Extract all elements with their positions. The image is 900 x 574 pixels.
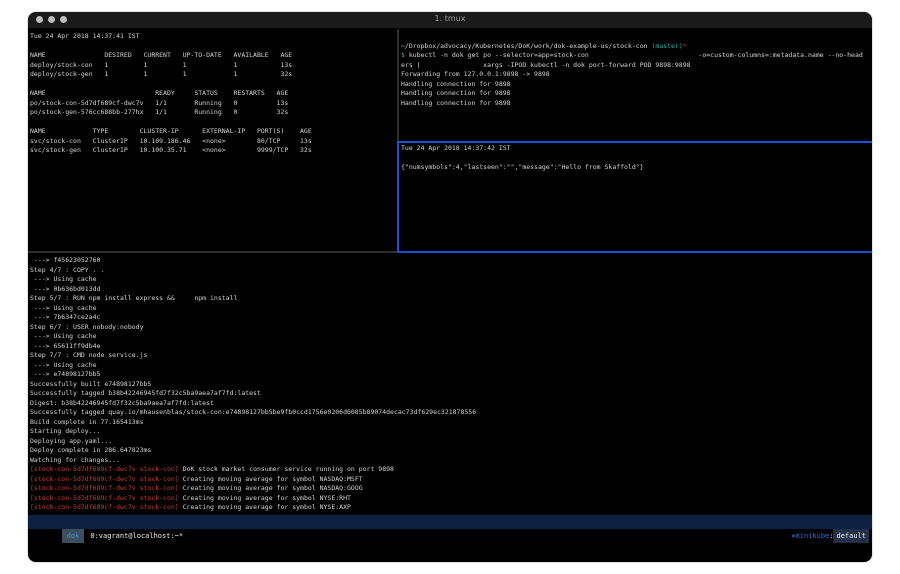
k8s-context-name: minikube — [796, 532, 830, 540]
window-titlebar[interactable]: 1. tmux — [28, 12, 872, 29]
terminal-line: Step 6/7 : USER nobody:nobody — [30, 323, 870, 333]
terminal-line: Step 5/7 : RUN npm install express && np… — [30, 294, 870, 304]
terminal-line: ers | xargs -IPOD kubectl -n dok port-fo… — [401, 61, 870, 71]
pane-border-horizontal-active-top[interactable] — [399, 141, 872, 143]
terminal-line: ---> 65611ff9db4e — [30, 342, 870, 352]
pane-border-vertical-inactive[interactable] — [397, 29, 399, 141]
terminal-line: Step 7/7 : CMD node service.js — [30, 351, 870, 361]
terminal-line: Step 4/7 : COPY . . — [30, 266, 870, 276]
terminal-line: Successfully tagged quay.io/mhausenblas/… — [30, 408, 870, 418]
tmux-status-bar: dok0:vagrant@localhost:~* ⎈minikube:defa… — [28, 515, 872, 529]
terminal-line — [401, 154, 870, 164]
terminal-line: ---> Using cache — [30, 332, 870, 342]
pane-curl-output[interactable]: Tue 24 Apr 2018 14:37:42 IST {"numsymbol… — [401, 143, 870, 251]
terminal-line: Build complete in 77.165413ms — [30, 418, 870, 428]
terminal-line: $ kubectl -n dok get po --selector=app=s… — [401, 51, 870, 61]
terminal-line: svc/stock-gen ClusterIP 10.100.35.71 <no… — [30, 146, 397, 156]
terminal-line: Handling connection for 9898 — [401, 89, 870, 99]
terminal-line: [stock-con-5d7df689cf-dwc7v stock-con] C… — [30, 484, 870, 494]
terminal-line: ---> f45623052760 — [30, 256, 870, 266]
terminal-line: Successfully built e74898127bb5 — [30, 380, 870, 390]
terminal-line: NAME READY STATUS RESTARTS AGE — [30, 89, 397, 99]
terminal-line: Watching for changes... — [30, 456, 870, 466]
k8s-namespace-badge: default — [833, 529, 869, 543]
terminal-line: svc/stock-con ClusterIP 10.109.186.46 <n… — [30, 137, 397, 147]
pane-port-forward[interactable]: ~/Dropbox/advocacy/Kubernetes/DoK/work/d… — [401, 29, 870, 143]
pane-skaffold-log[interactable]: ---> f45623052760Step 4/7 : COPY . . ---… — [30, 253, 870, 516]
terminal-window: 1. tmux Tue 24 Apr 2018 14:37:41 IST NAM… — [28, 12, 872, 562]
terminal-line: Tue 24 Apr 2018 14:37:41 IST — [30, 32, 397, 42]
k8s-context-indicator: ⎈minikube:default — [749, 515, 869, 529]
terminal-line: NAME TYPE CLUSTER-IP EXTERNAL-IP PORT(S)… — [30, 127, 397, 137]
terminal-line: Handling connection for 9898 — [401, 80, 870, 90]
terminal-line: [stock-con-5d7df689cf-dwc7v stock-con] C… — [30, 475, 870, 485]
terminal-line: ---> 7b6347ce2a4c — [30, 313, 870, 323]
terminal-line — [401, 32, 870, 42]
terminal-line: Handling connection for 9898 — [401, 99, 870, 109]
terminal-line: NAME DESIRED CURRENT UP-TO-DATE AVAILABL… — [30, 51, 397, 61]
pane-border-horizontal-inactive[interactable] — [28, 251, 397, 253]
terminal-line: Starting deploy... — [30, 427, 870, 437]
terminal-line: {"numsymbols":4,"lastseen":"","message":… — [401, 163, 870, 173]
session-name-badge[interactable]: dok — [62, 529, 85, 543]
terminal-line: Forwarding from 127.0.0.1:9898 -> 9898 — [401, 70, 870, 80]
terminal-line: ---> Using cache — [30, 304, 870, 314]
tmux-terminal: Tue 24 Apr 2018 14:37:41 IST NAME DESIRE… — [28, 29, 872, 562]
pane-border-horizontal-active-bottom[interactable] — [397, 251, 872, 253]
terminal-line: ---> e74898127bb5 — [30, 370, 870, 380]
terminal-line: [stock-con-5d7df689cf-dwc7v stock-con] C… — [30, 494, 870, 504]
terminal-line: Deploy complete in 286.647823ms — [30, 446, 870, 456]
terminal-line: ~/Dropbox/advocacy/Kubernetes/DoK/work/d… — [401, 42, 870, 52]
terminal-line — [30, 42, 397, 52]
terminal-line: ---> Using cache — [30, 361, 870, 371]
terminal-line: Tue 24 Apr 2018 14:37:42 IST — [401, 144, 870, 154]
terminal-line: deploy/stock-con 1 1 1 1 13s — [30, 61, 397, 71]
terminal-line: Deploying app.yaml... — [30, 437, 870, 447]
terminal-line — [30, 80, 397, 90]
terminal-line: [stock-con-5d7df689cf-dwc7v stock-con] D… — [30, 465, 870, 475]
terminal-line: deploy/stock-gen 1 1 1 1 32s — [30, 70, 397, 80]
terminal-line: po/stock-con-5d7df689cf-dwc7v 1/1 Runnin… — [30, 99, 397, 109]
terminal-line: Digest: b38b42246945fd7f32c5ba9aea7af7fd… — [30, 399, 870, 409]
pane-kubectl-watch[interactable]: Tue 24 Apr 2018 14:37:41 IST NAME DESIRE… — [30, 29, 397, 253]
screenshot-root: 1. tmux Tue 24 Apr 2018 14:37:41 IST NAM… — [0, 0, 900, 574]
terminal-line: po/stock-gen-576cc688bb-277hx 1/1 Runnin… — [30, 108, 397, 118]
terminal-line: ---> 0b636bd013dd — [30, 285, 870, 295]
terminal-line: Successfully tagged b38b42246945fd7f32c5… — [30, 389, 870, 399]
terminal-line — [30, 118, 397, 128]
terminal-line: [stock-con-5d7df689cf-dwc7v stock-con] C… — [30, 503, 870, 513]
window-title: 1. tmux — [28, 14, 872, 23]
active-window-label[interactable]: 0:vagrant@localhost:~* — [84, 532, 183, 540]
terminal-line: ---> Using cache — [30, 275, 870, 285]
pane-border-vertical-active[interactable] — [397, 141, 399, 253]
